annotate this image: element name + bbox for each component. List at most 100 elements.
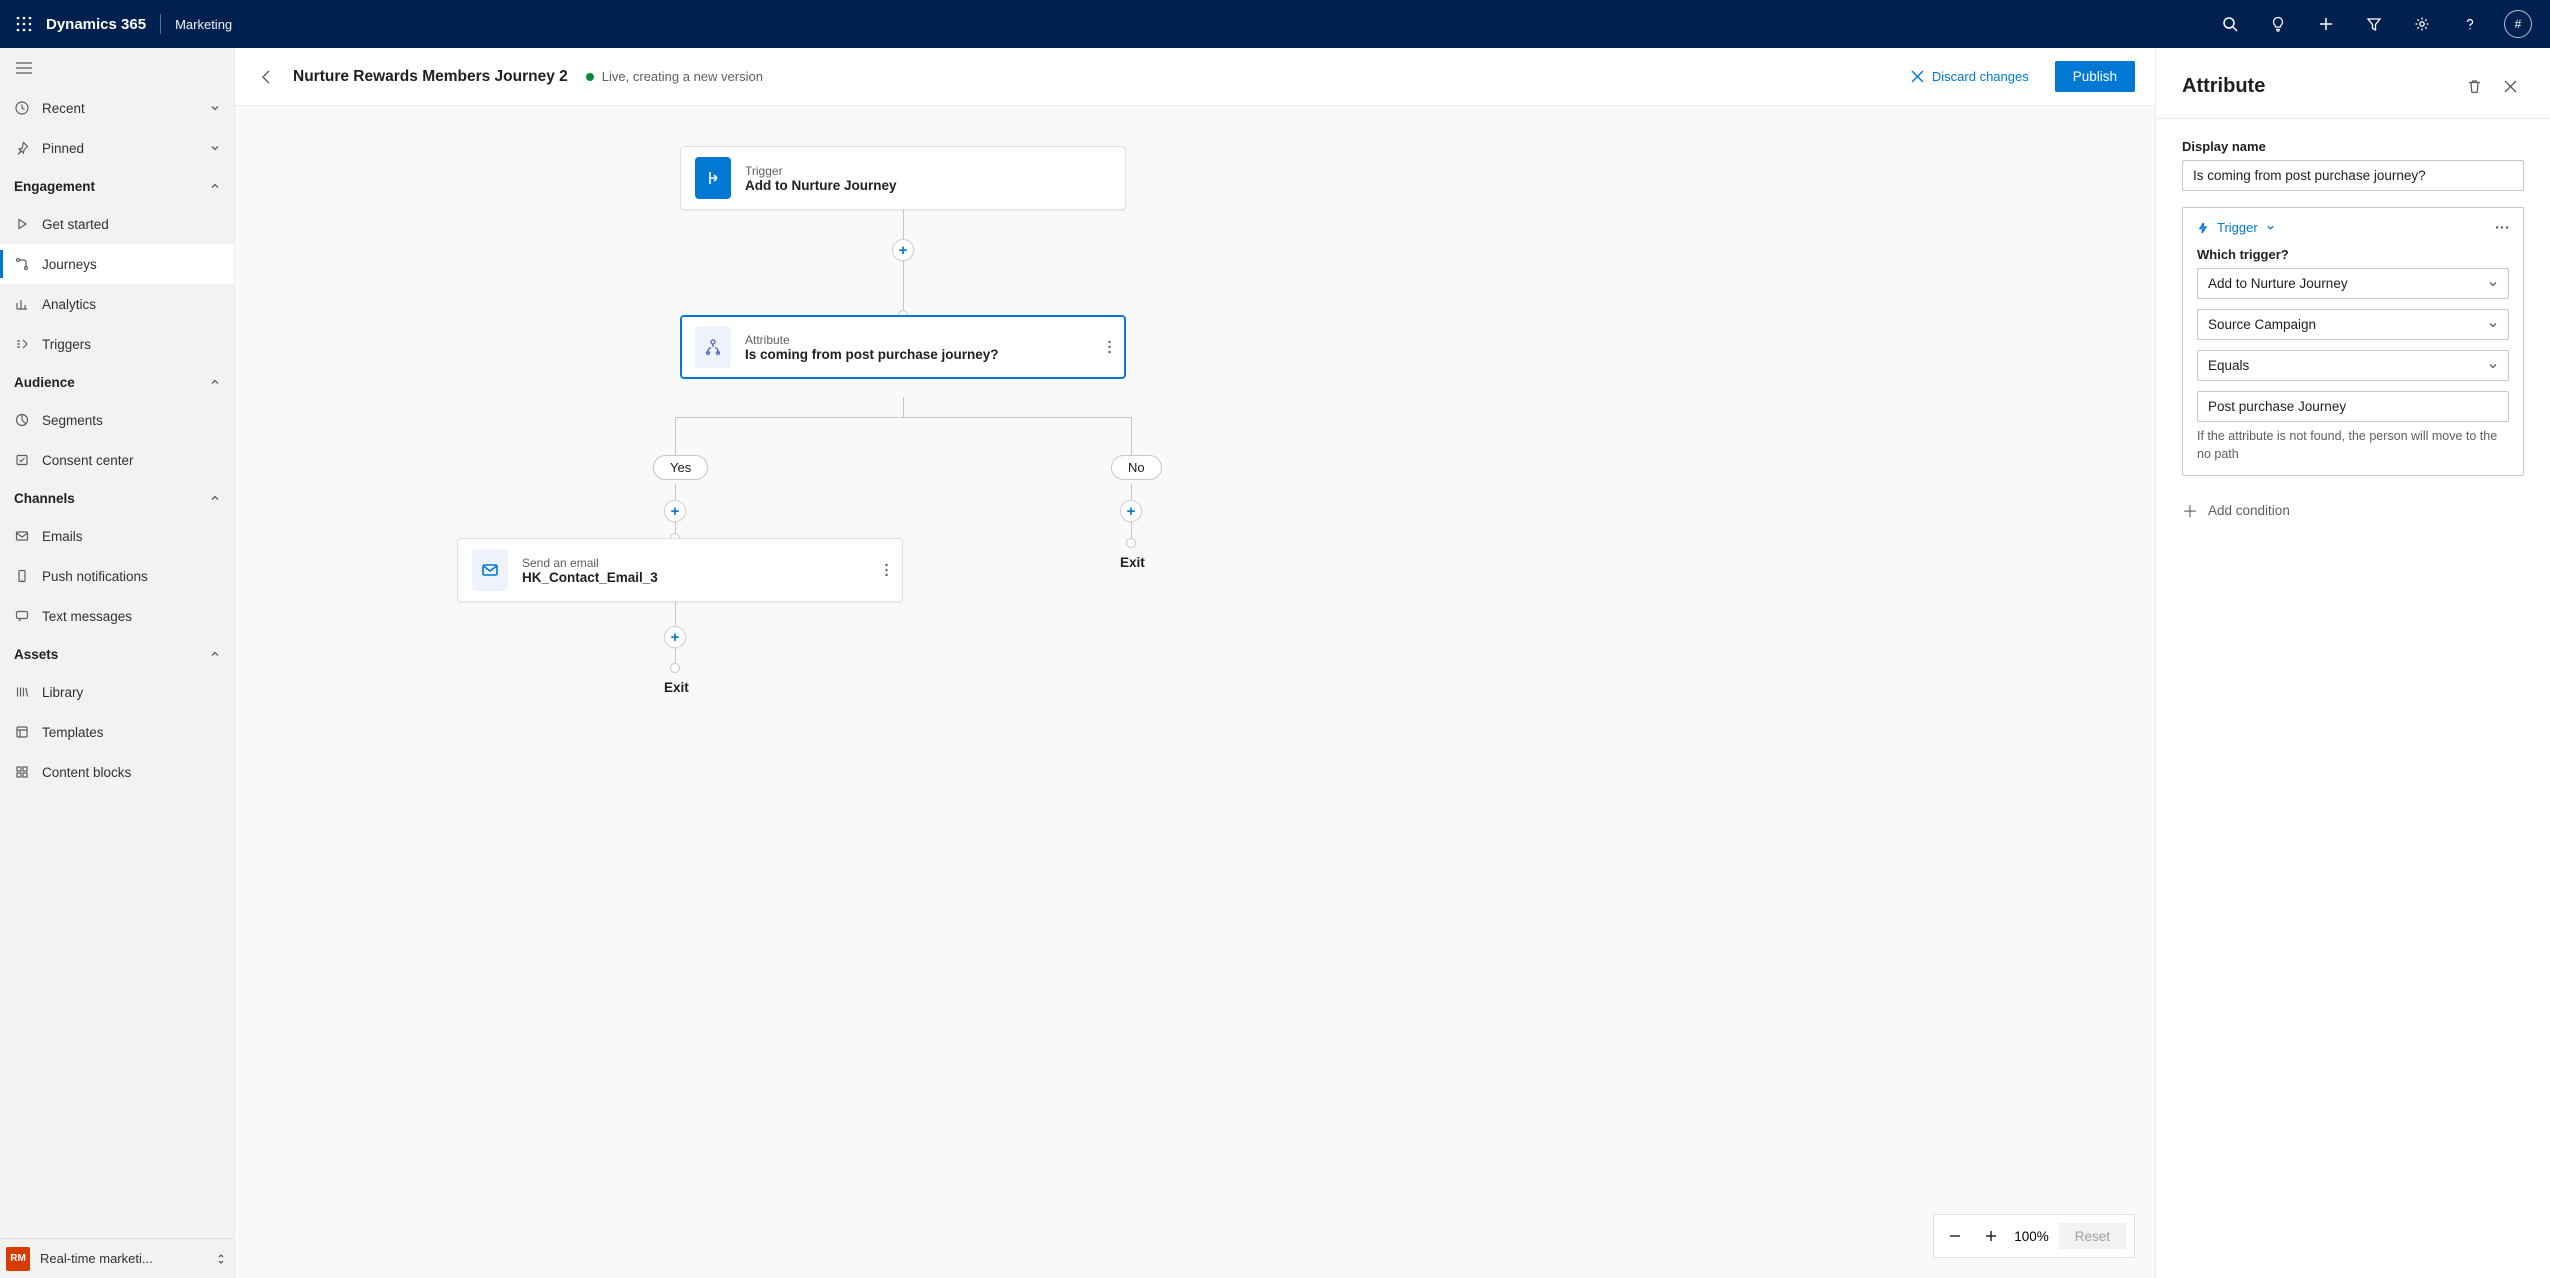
- journey-icon: [14, 256, 30, 272]
- condition-more-icon[interactable]: [2495, 226, 2509, 229]
- sidebar-item-analytics[interactable]: Analytics: [0, 284, 234, 324]
- consent-icon: [14, 452, 30, 468]
- node-sup-label: Send an email: [522, 556, 658, 570]
- sidebar-group-audience[interactable]: Audience: [0, 364, 234, 400]
- connector-ring-icon: [1126, 538, 1136, 548]
- templates-icon: [14, 724, 30, 740]
- sidebar-group-label: Engagement: [14, 179, 95, 194]
- email-icon: [14, 528, 30, 544]
- sidebar-toggle-icon[interactable]: [12, 56, 36, 80]
- gear-icon[interactable]: [2398, 0, 2446, 48]
- zoom-toolbar: 100% Reset: [1933, 1214, 2135, 1258]
- sidebar-item-label: Push notifications: [42, 569, 220, 584]
- zoom-out-button[interactable]: [1942, 1223, 1968, 1249]
- sidebar-item-label: Content blocks: [42, 765, 220, 780]
- sidebar-item-consent-center[interactable]: Consent center: [0, 440, 234, 480]
- sidebar-item-label: Analytics: [42, 297, 220, 312]
- chevron-down-icon: [2488, 320, 2498, 330]
- sidebar-item-segments[interactable]: Segments: [0, 400, 234, 440]
- zoom-level: 100%: [2014, 1229, 2049, 1244]
- area-badge: RM: [6, 1247, 30, 1271]
- properties-panel: Attribute Display name Trigger: [2155, 48, 2550, 1278]
- avatar-initial: #: [2504, 10, 2532, 38]
- sidebar-item-label: Recent: [42, 101, 198, 116]
- publish-button[interactable]: Publish: [2055, 61, 2135, 92]
- area-switcher[interactable]: RM Real-time marketi...: [0, 1238, 234, 1278]
- clock-icon: [14, 100, 30, 116]
- sidebar-item-label: Consent center: [42, 453, 220, 468]
- sidebar-item-content-blocks[interactable]: Content blocks: [0, 752, 234, 792]
- close-icon[interactable]: [2496, 72, 2524, 100]
- sidebar-group-label: Channels: [14, 491, 75, 506]
- lightbulb-icon[interactable]: [2254, 0, 2302, 48]
- sidebar-pinned[interactable]: Pinned: [0, 128, 234, 168]
- sidebar-item-library[interactable]: Library: [0, 672, 234, 712]
- node-attribute[interactable]: Attribute Is coming from post purchase j…: [680, 315, 1126, 379]
- trigger-chip[interactable]: Trigger: [2217, 220, 2258, 235]
- segments-icon: [14, 412, 30, 428]
- sidebar-item-label: Text messages: [42, 609, 220, 624]
- search-icon[interactable]: [2206, 0, 2254, 48]
- operator-select[interactable]: Equals: [2197, 350, 2509, 381]
- add-step-button[interactable]: +: [892, 239, 914, 261]
- app-launcher-icon[interactable]: [8, 8, 40, 40]
- sidebar-item-triggers[interactable]: Triggers: [0, 324, 234, 364]
- discard-changes-button[interactable]: Discard changes: [1903, 63, 2037, 90]
- chevron-up-icon: [210, 181, 220, 191]
- filter-icon[interactable]: [2350, 0, 2398, 48]
- play-icon: [14, 216, 30, 232]
- sidebar-item-emails[interactable]: Emails: [0, 516, 234, 556]
- zoom-in-button[interactable]: [1978, 1223, 2004, 1249]
- connector-ring-icon: [670, 663, 680, 673]
- sidebar-group-label: Assets: [14, 647, 58, 662]
- add-step-button[interactable]: +: [1120, 500, 1142, 522]
- delete-icon[interactable]: [2460, 72, 2488, 100]
- node-sup-label: Attribute: [745, 333, 999, 347]
- match-value-input[interactable]: [2197, 391, 2509, 422]
- status-dot-icon: [586, 73, 594, 81]
- sidebar-item-push-notifications[interactable]: Push notifications: [0, 556, 234, 596]
- user-avatar[interactable]: #: [2494, 0, 2542, 48]
- brand-label: Dynamics 365: [46, 16, 146, 33]
- sidebar-item-text-messages[interactable]: Text messages: [0, 596, 234, 636]
- attribute-select[interactable]: Source Campaign: [2197, 309, 2509, 340]
- sidebar-recent[interactable]: Recent: [0, 88, 234, 128]
- connector-line: [675, 417, 1132, 418]
- back-button[interactable]: [259, 69, 275, 85]
- workspace: Nurture Rewards Members Journey 2 Live, …: [235, 48, 2155, 1278]
- node-trigger[interactable]: Trigger Add to Nurture Journey: [680, 146, 1126, 210]
- sms-icon: [14, 608, 30, 624]
- node-more-icon[interactable]: [881, 559, 892, 581]
- add-icon[interactable]: [2302, 0, 2350, 48]
- add-step-button[interactable]: +: [664, 626, 686, 648]
- node-email[interactable]: Send an email HK_Contact_Email_3: [457, 538, 903, 602]
- trigger-select[interactable]: Add to Nurture Journey: [2197, 268, 2509, 299]
- area-switcher-label: Real-time marketi...: [40, 1251, 206, 1266]
- exit-label: Exit: [664, 680, 689, 695]
- global-top-bar: Dynamics 365 Marketing #: [0, 0, 2550, 48]
- journey-canvas[interactable]: Trigger Add to Nurture Journey + Attribu…: [235, 106, 2155, 1278]
- panel-heading: Attribute: [2182, 75, 2452, 98]
- trigger-select-value: Add to Nurture Journey: [2208, 276, 2348, 291]
- exit-label: Exit: [1120, 555, 1145, 570]
- node-main-label: HK_Contact_Email_3: [522, 570, 658, 585]
- trigger-node-icon: [695, 157, 731, 199]
- help-icon[interactable]: [2446, 0, 2494, 48]
- attribute-node-icon: [695, 326, 731, 368]
- display-name-input[interactable]: [2182, 160, 2524, 191]
- branch-no[interactable]: No: [1111, 455, 1162, 480]
- sidebar-item-journeys[interactable]: Journeys: [0, 244, 234, 284]
- sidebar-group-assets[interactable]: Assets: [0, 636, 234, 672]
- node-more-icon[interactable]: [1104, 336, 1115, 358]
- branch-yes[interactable]: Yes: [653, 455, 708, 480]
- sidebar-group-channels[interactable]: Channels: [0, 480, 234, 516]
- add-step-button[interactable]: +: [664, 500, 686, 522]
- zoom-reset-button[interactable]: Reset: [2059, 1223, 2126, 1249]
- sidebar-item-get-started[interactable]: Get started: [0, 204, 234, 244]
- sidebar-item-label: Segments: [42, 413, 220, 428]
- sidebar-item-label: Library: [42, 685, 220, 700]
- add-condition-button[interactable]: ＋ Add condition: [2182, 492, 2524, 528]
- chevron-down-icon[interactable]: [2266, 223, 2275, 232]
- sidebar-item-templates[interactable]: Templates: [0, 712, 234, 752]
- sidebar-group-engagement[interactable]: Engagement: [0, 168, 234, 204]
